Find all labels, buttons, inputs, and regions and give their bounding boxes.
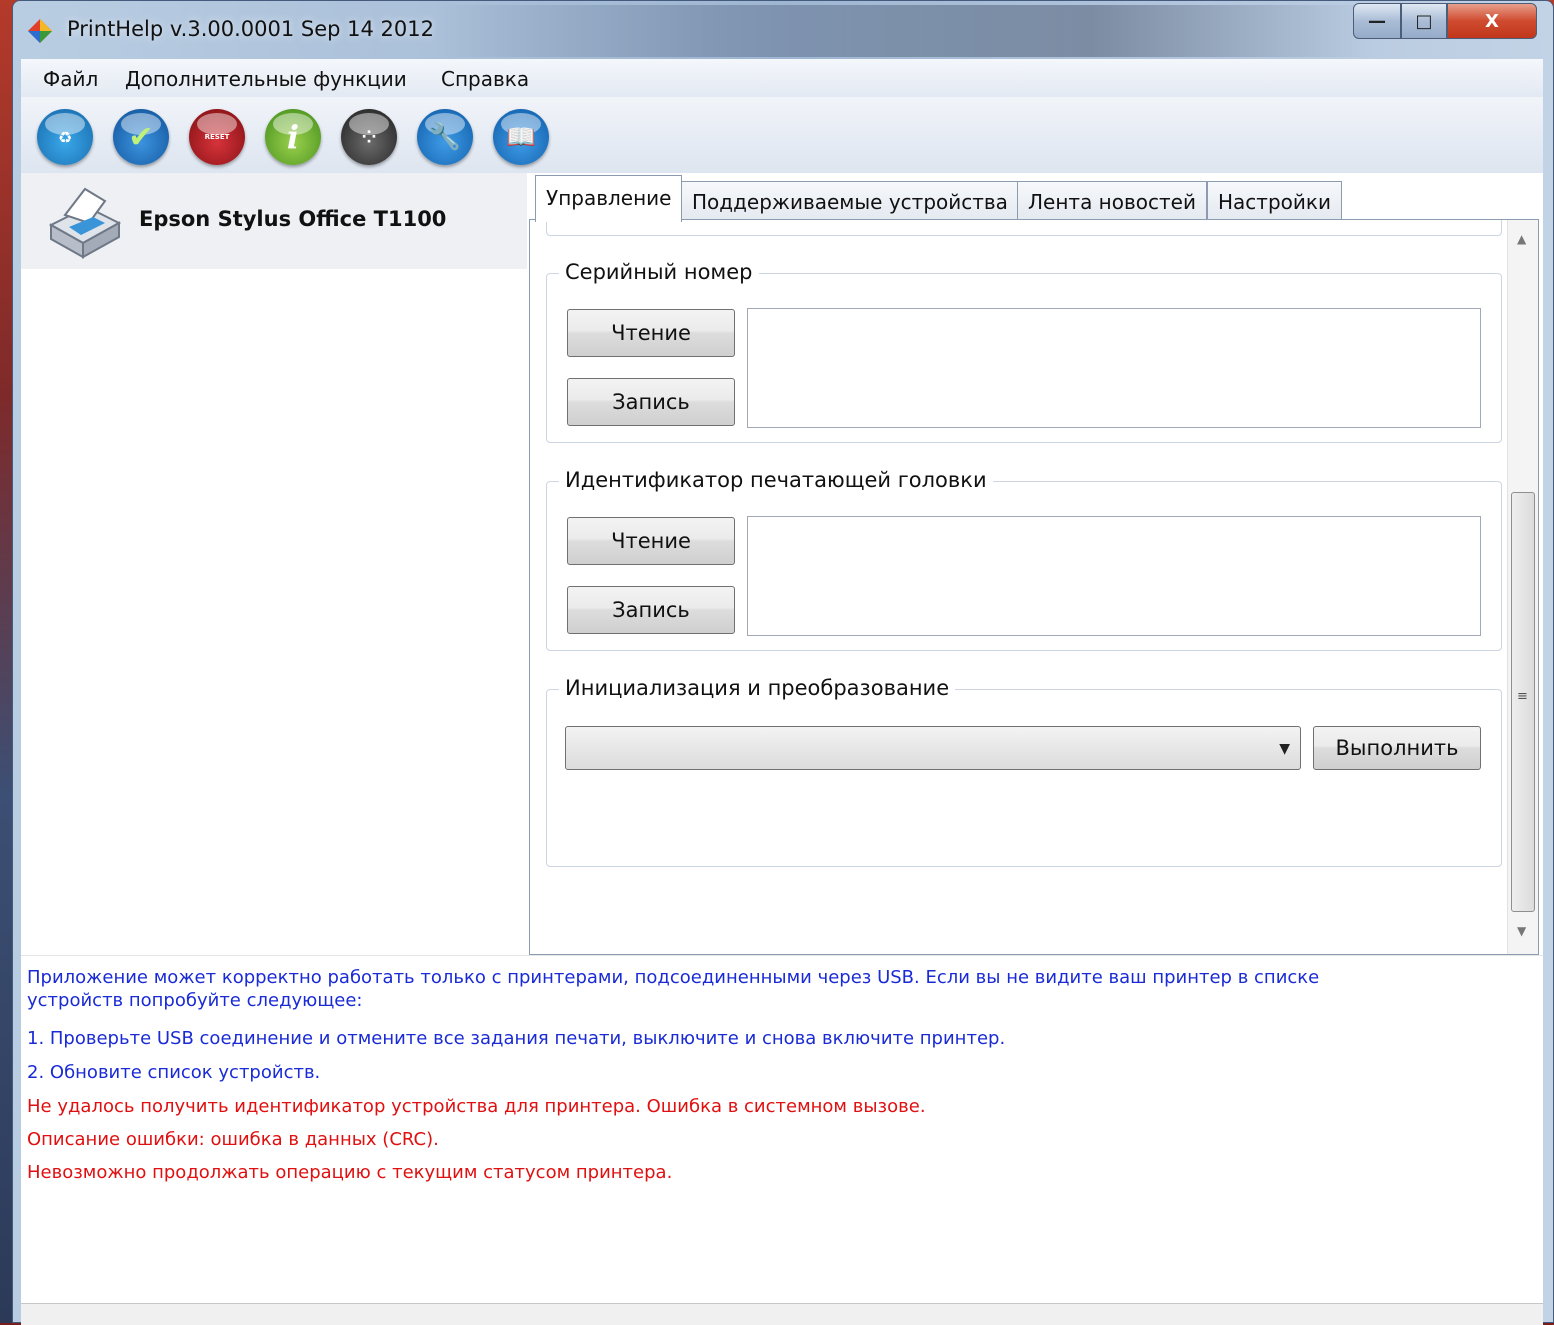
reset-button[interactable]: RESET <box>189 109 245 165</box>
log-step-line: 2. Обновите список устройств. <box>27 1062 321 1083</box>
book-icon: 📖 <box>506 123 536 151</box>
check-button[interactable]: ✔ <box>113 109 169 165</box>
menu-help[interactable]: Справка <box>441 67 529 91</box>
tab-control: Управление Поддерживаемые устройства Лен… <box>529 173 1543 955</box>
init-conversion-group: Инициализация и преобразование ▼ Выполни… <box>546 676 1502 867</box>
title-bar-glass <box>433 5 1373 57</box>
ink-icon: ⁘ <box>361 126 377 148</box>
serial-write-button[interactable]: Запись <box>567 378 735 426</box>
serial-read-button[interactable]: Чтение <box>567 309 735 357</box>
message-log: Приложение может корректно работать толь… <box>21 955 1543 1304</box>
printer-icon <box>48 187 122 259</box>
device-list: Epson Stylus Office T1100 <box>21 173 527 955</box>
operation-select[interactable]: ▼ <box>565 726 1301 770</box>
log-step-line: 1. Проверьте USB соединение и отмените в… <box>27 1028 1006 1049</box>
reset-icon: RESET <box>204 133 230 141</box>
device-name: Epson Stylus Office T1100 <box>139 207 447 231</box>
info-button[interactable]: i <box>265 109 321 165</box>
serial-number-field[interactable] <box>747 308 1481 428</box>
tab-page-management: Серийный номер Чтение Запись Идентификат… <box>529 219 1539 955</box>
tab-settings[interactable]: Настройки <box>1207 181 1342 221</box>
refresh-icon: ♻ <box>57 127 73 147</box>
device-list-item[interactable]: Epson Stylus Office T1100 <box>21 173 527 269</box>
log-info-line: устройств попробуйте следующее: <box>27 990 363 1011</box>
toolbar: ♻ ✔ RESET i ⁘ 🔧 📖 <box>21 97 1543 173</box>
minimize-icon: — <box>1368 10 1386 32</box>
client-area: Файл Дополнительные функции Справка ♻ ✔ … <box>21 59 1543 1325</box>
manual-button[interactable]: 📖 <box>493 109 549 165</box>
page-scrollbar[interactable]: ▲ ≡ ▼ <box>1507 220 1538 954</box>
service-button[interactable]: 🔧 <box>417 109 473 165</box>
grip-icon: ≡ <box>1517 689 1528 704</box>
tab-news-feed[interactable]: Лента новостей <box>1017 181 1207 221</box>
chevron-down-icon: ▼ <box>1279 741 1290 757</box>
log-error-line: Невозможно продолжать операцию с текущим… <box>27 1162 673 1183</box>
check-icon: ✔ <box>128 119 154 155</box>
app-window: PrintHelp v.3.00.0001 Sep 14 2012 — □ X … <box>12 0 1554 1325</box>
printhead-id-group: Идентификатор печатающей головки Чтение … <box>546 468 1502 651</box>
maximize-icon: □ <box>1415 10 1433 32</box>
scrollbar-thumb[interactable]: ≡ <box>1511 492 1535 912</box>
printhead-id-field[interactable] <box>747 516 1481 636</box>
close-icon: X <box>1485 10 1499 32</box>
app-logo-icon <box>28 19 52 43</box>
scroll-down-icon[interactable]: ▼ <box>1517 924 1526 938</box>
status-bar <box>21 1303 1543 1325</box>
menu-bar: Файл Дополнительные функции Справка <box>21 59 1543 98</box>
log-error-line: Описание ошибки: ошибка в данных (CRC). <box>27 1129 439 1150</box>
previous-group-edge <box>546 220 1502 236</box>
window-title: PrintHelp v.3.00.0001 Sep 14 2012 <box>67 17 434 41</box>
log-info-line: Приложение может корректно работать толь… <box>27 967 1320 988</box>
info-icon: i <box>286 118 300 156</box>
close-button[interactable]: X <box>1447 3 1537 39</box>
tab-control-management[interactable]: Управление <box>535 175 683 222</box>
ink-button[interactable]: ⁘ <box>341 109 397 165</box>
tab-supported-devices[interactable]: Поддерживаемые устройства <box>681 181 1019 221</box>
scroll-up-icon[interactable]: ▲ <box>1517 232 1526 246</box>
refresh-button[interactable]: ♻ <box>37 109 93 165</box>
printhead-read-button[interactable]: Чтение <box>567 517 735 565</box>
serial-number-group: Серийный номер Чтение Запись <box>546 260 1502 443</box>
serial-number-title: Серийный номер <box>559 260 759 284</box>
title-bar[interactable]: PrintHelp v.3.00.0001 Sep 14 2012 — □ X <box>13 1 1553 59</box>
log-error-line: Не удалось получить идентификатор устрой… <box>27 1096 926 1117</box>
menu-file[interactable]: Файл <box>43 67 98 91</box>
maximize-button[interactable]: □ <box>1401 3 1447 39</box>
menu-extra-functions[interactable]: Дополнительные функции <box>125 67 407 91</box>
printhead-write-button[interactable]: Запись <box>567 586 735 634</box>
minimize-button[interactable]: — <box>1353 3 1401 39</box>
printhead-id-title: Идентификатор печатающей головки <box>559 468 993 492</box>
execute-button[interactable]: Выполнить <box>1313 726 1481 770</box>
init-conversion-title: Инициализация и преобразование <box>559 676 956 700</box>
wrench-icon: 🔧 <box>428 122 462 152</box>
